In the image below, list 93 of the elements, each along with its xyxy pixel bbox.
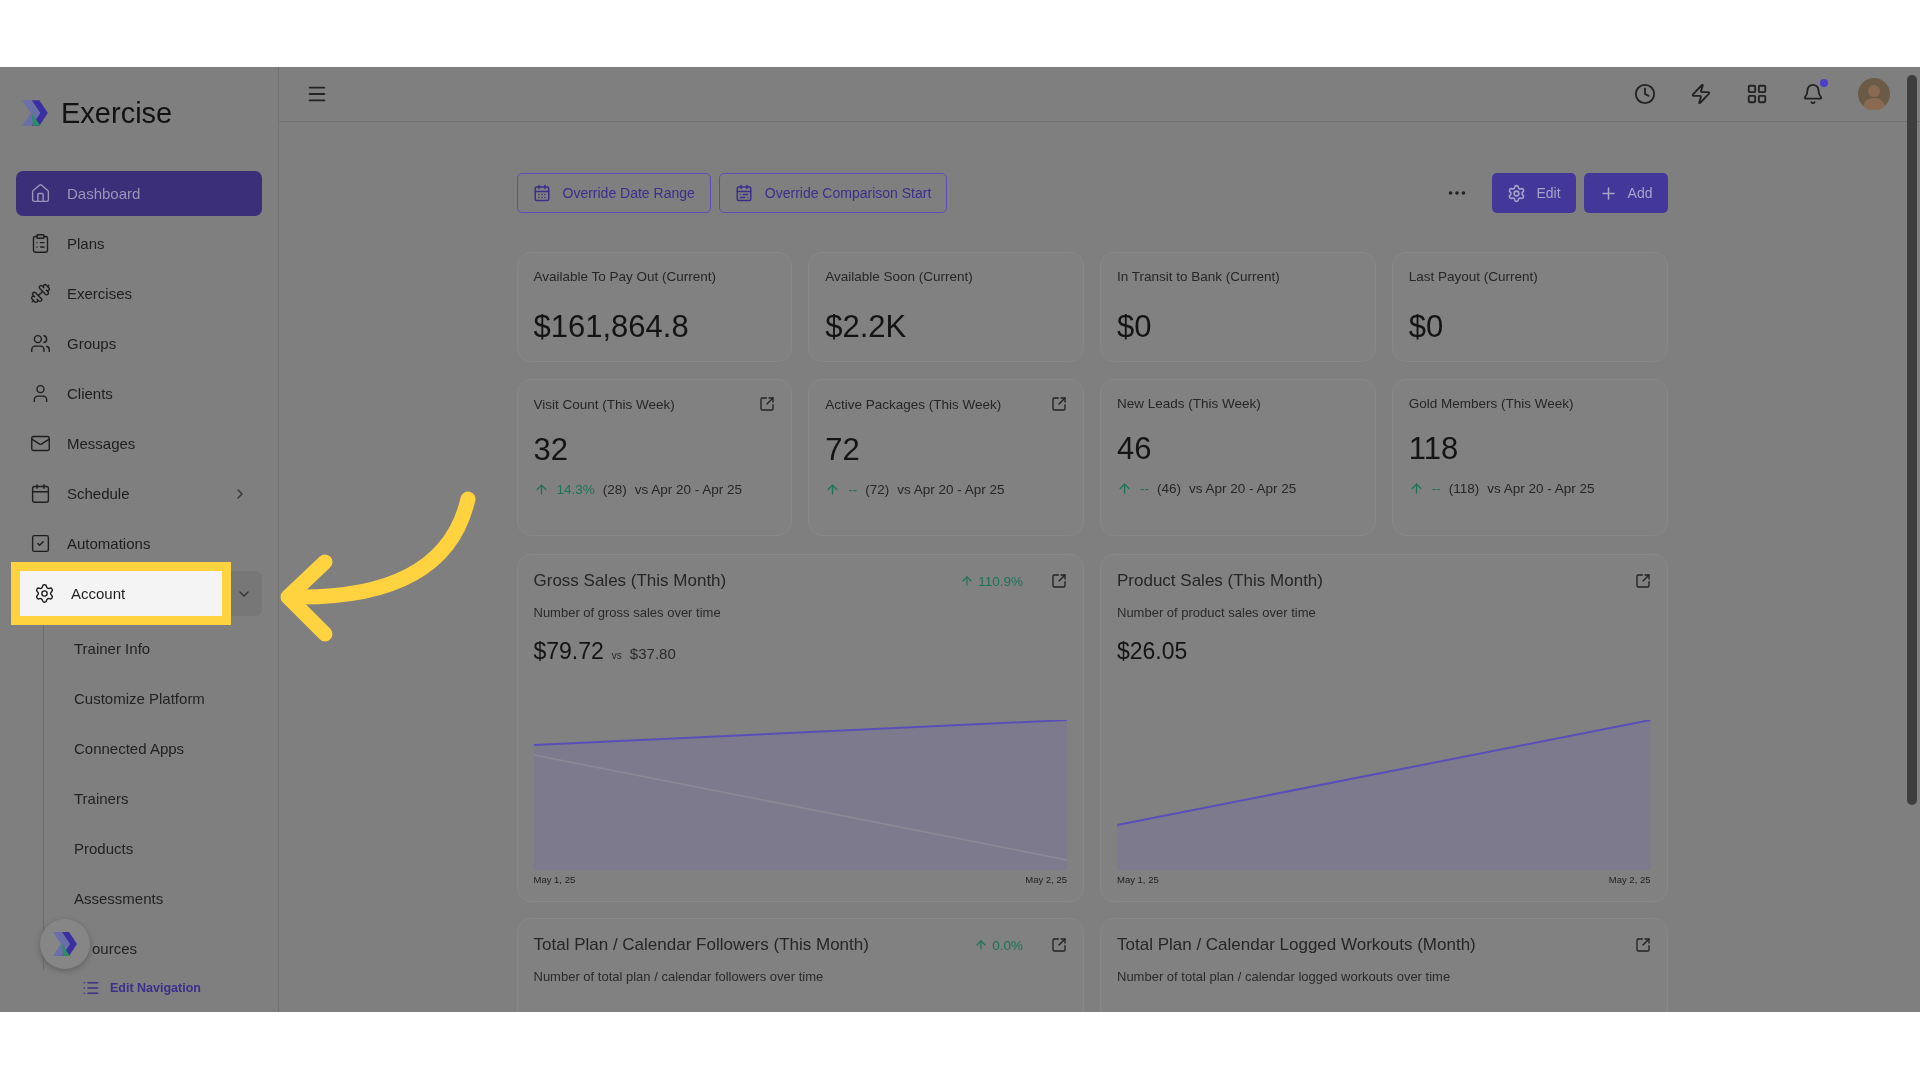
change-percent: --	[1431, 481, 1441, 496]
grid-icon[interactable]	[1746, 83, 1768, 105]
external-link-icon[interactable]	[759, 396, 776, 412]
edit-navigation-link[interactable]: Edit Navigation	[82, 979, 201, 997]
nav-item[interactable]: Exercises	[16, 271, 262, 316]
card-title: In Transit to Bank (Current)	[1117, 269, 1281, 286]
card-title: Total Plan / Calendar Followers (This Month)	[533, 935, 870, 955]
mail-icon	[30, 433, 51, 454]
nav-subitem[interactable]: ources	[92, 926, 138, 971]
lightning-icon[interactable]	[1690, 83, 1712, 105]
nav-subitem[interactable]: Trainer Info	[44, 626, 151, 671]
card-value: 46	[1117, 431, 1153, 467]
list-icon	[82, 979, 100, 997]
action-button[interactable]: Add	[1583, 173, 1668, 213]
logo-button[interactable]	[40, 919, 90, 969]
settings-icon	[34, 583, 55, 604]
external-link-icon[interactable]	[1634, 573, 1651, 589]
card-value: 32	[533, 432, 569, 468]
card-title: Gold Members (This Week)	[1408, 396, 1575, 411]
calendar-icon	[734, 184, 753, 202]
previous-count: (28)	[602, 482, 627, 497]
change-percent: 110.9%	[978, 573, 1023, 589]
nav-subitem[interactable]: Trainers	[44, 776, 129, 821]
card-title: Total Plan / Calendar Logged Workouts (Month)	[1117, 935, 1477, 955]
axis-label: May 1, 25	[1117, 874, 1159, 885]
card-title: New Leads (This Week)	[1117, 396, 1262, 411]
external-link-icon[interactable]	[1051, 396, 1067, 412]
external-link-icon[interactable]	[1634, 937, 1651, 953]
axis-label: May 1, 25	[533, 874, 576, 885]
users-icon	[30, 333, 51, 354]
nav-item[interactable]: Messages	[16, 421, 262, 466]
card-subtitle: Number of product sales over time	[1117, 605, 1317, 620]
card-value: $161,864.8	[533, 309, 690, 345]
previous-count: (46)	[1157, 481, 1181, 496]
card-title: Gross Sales (This Month)	[533, 571, 728, 591]
card-title: Active Packages (This Week)	[825, 396, 1003, 412]
home-icon	[30, 183, 51, 204]
arrow-up-icon	[974, 938, 989, 952]
comparison-period: vs Apr 20 - Apr 25	[1487, 481, 1595, 496]
date-filter-button[interactable]: Override Comparison Start	[718, 173, 948, 213]
scrollbar[interactable]	[1907, 75, 1917, 805]
nav-item[interactable]: Schedule	[16, 471, 262, 516]
card-subtitle: Number of total plan / calendar followers over time	[533, 969, 825, 984]
checkbox-icon	[30, 533, 51, 554]
nav-item[interactable]: Dashboard	[16, 171, 262, 216]
card-value: $2.2K	[825, 309, 908, 345]
nav-subitem[interactable]: Products	[44, 826, 134, 871]
clock-icon[interactable]	[1634, 83, 1656, 105]
dumbbell-icon	[30, 283, 51, 304]
card-title: Visit Count (This Week)	[533, 396, 676, 412]
nav-item[interactable]: Automations	[16, 521, 262, 566]
comparison-period: vs Apr 20 - Apr 25	[634, 482, 743, 497]
card-value: $79.72	[533, 638, 604, 665]
card-subtitle: Number of gross sales over time	[533, 605, 722, 620]
nav-item[interactable]: Plans	[16, 221, 262, 266]
brand-name: Exercise	[61, 96, 173, 130]
nav-item[interactable]: Groups	[16, 321, 262, 366]
change-percent: --	[848, 482, 858, 497]
card-title: Available To Pay Out (Current)	[533, 269, 718, 286]
card-subtitle: Number of total plan / calendar logged workouts over time	[1117, 969, 1452, 984]
notification-bell-icon[interactable]	[1802, 83, 1824, 105]
settings-icon	[1507, 183, 1527, 203]
card-title: Product Sales (This Month)	[1117, 571, 1324, 591]
card-title: Last Payout (Current)	[1408, 269, 1539, 286]
card-title: Available Soon (Current)	[825, 269, 974, 286]
comparison-period: vs Apr 20 - Apr 25	[1189, 481, 1297, 496]
calendar-icon	[532, 184, 551, 202]
external-link-icon[interactable]	[1051, 573, 1067, 589]
date-filter-button[interactable]: Override Date Range	[516, 173, 711, 213]
nav-subitem[interactable]: Customize Platform	[44, 676, 205, 721]
card-value: 118	[1408, 431, 1460, 467]
logo-icon	[50, 929, 80, 959]
vs-label: vs	[611, 650, 622, 661]
change-percent: --	[1140, 481, 1149, 496]
compare-value: $37.80	[629, 645, 676, 662]
nav-item[interactable]: Clients	[16, 371, 262, 416]
card-value: $0	[1408, 309, 1445, 345]
previous-count: (118)	[1448, 481, 1480, 496]
axis-label: May 2, 25	[1608, 874, 1651, 885]
clipboard-icon	[30, 233, 51, 254]
change-percent: 0.0%	[992, 937, 1023, 953]
change-percent: 14.3%	[556, 482, 595, 497]
comparison-period: vs Apr 20 - Apr 25	[897, 482, 1005, 497]
previous-count: (72)	[865, 482, 890, 497]
nav-subitem[interactable]: Connected Apps	[44, 726, 185, 771]
nav-subitem[interactable]: Assessments	[44, 876, 164, 921]
calendar-icon	[30, 483, 51, 504]
card-value: $26.05	[1117, 638, 1188, 665]
card-value: $0	[1117, 309, 1153, 345]
card-value: 72	[825, 432, 861, 468]
action-button[interactable]: Edit	[1492, 173, 1576, 213]
external-link-icon[interactable]	[1051, 937, 1067, 953]
axis-label: May 2, 25	[1025, 874, 1067, 885]
